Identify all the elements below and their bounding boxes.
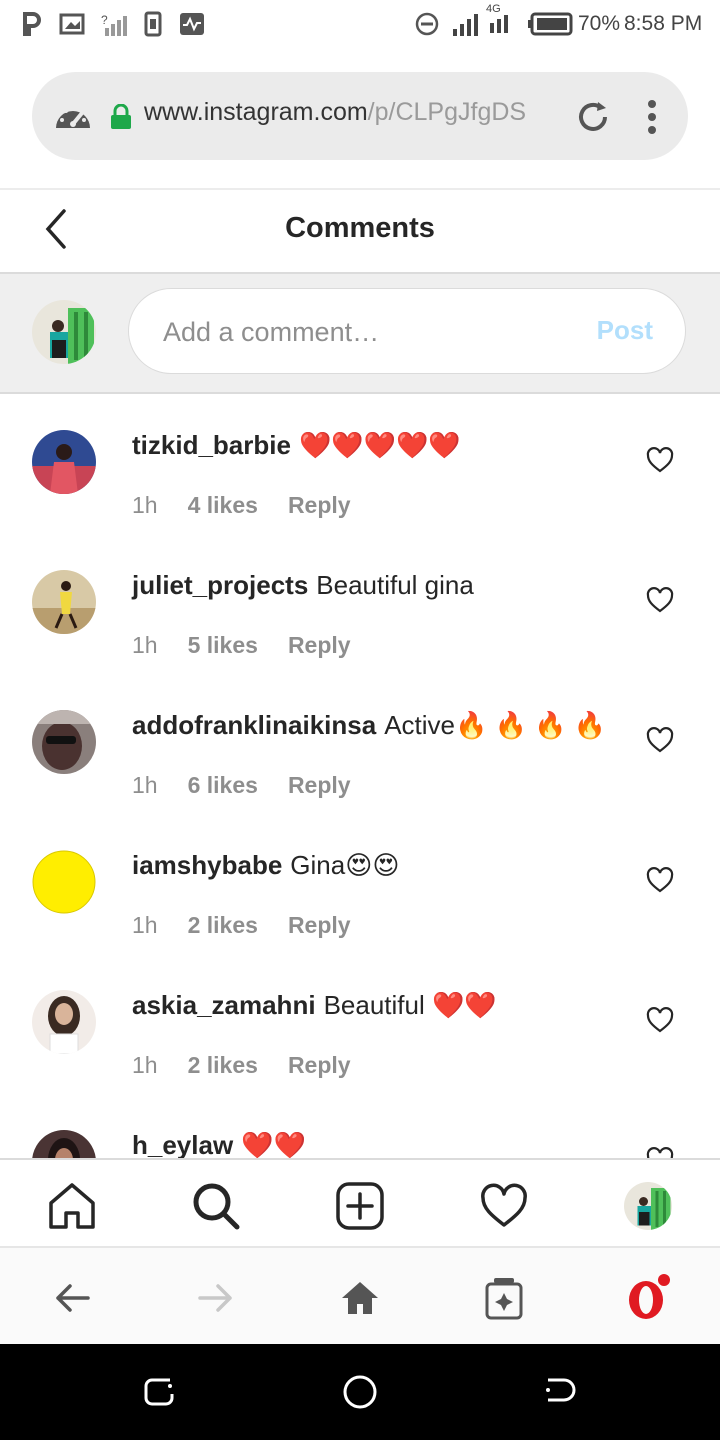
home-icon[interactable] — [336, 1274, 384, 1322]
comment-time: 1h — [132, 912, 158, 938]
home-icon[interactable] — [46, 1180, 98, 1232]
comment-username[interactable]: tizkid_barbie — [132, 430, 291, 461]
post-button[interactable]: Post — [597, 315, 653, 346]
status-bar: ? 4G 70% 8:58 PM — [0, 0, 720, 48]
opera-icon[interactable] — [624, 1274, 672, 1322]
system-nav-bar — [0, 1344, 720, 1440]
recent-apps-icon[interactable] — [142, 1374, 178, 1410]
list-item: tizkid_barbie ❤️❤️❤️❤️❤️ 1h 4 likes Repl… — [0, 394, 720, 534]
comment-text: Gina😍😍 — [290, 850, 400, 880]
instagram-tab-bar — [0, 1158, 720, 1248]
comment-likes[interactable]: 6 likes — [188, 772, 258, 799]
forward-icon[interactable] — [192, 1274, 240, 1322]
page-title: Comments — [285, 212, 435, 244]
avatar[interactable] — [32, 1130, 96, 1158]
battery-icon — [526, 10, 574, 38]
heart-icon[interactable] — [646, 1006, 674, 1034]
list-item: addofranklinaikinsa Active🔥 🔥 🔥 🔥 1h 6 l… — [0, 674, 720, 814]
reply-button[interactable]: Reply — [288, 492, 351, 519]
comments-header: Comments — [0, 190, 720, 274]
list-item: iamshybabe Gina😍😍 1h 2 likes Reply — [0, 814, 720, 954]
url-domain: www.instagram.com — [144, 98, 368, 126]
avatar[interactable] — [32, 710, 96, 774]
home-button-icon[interactable] — [342, 1374, 378, 1410]
heart-icon[interactable] — [646, 726, 674, 754]
avatar — [32, 300, 96, 364]
activity-heart-icon[interactable] — [478, 1180, 530, 1232]
speed-dial-icon[interactable] — [52, 96, 94, 138]
battery-percent: 70% — [578, 12, 621, 35]
avatar — [624, 1182, 672, 1230]
reload-icon[interactable] — [574, 98, 612, 136]
comment-username[interactable]: askia_zamahni — [132, 990, 316, 1021]
back-icon[interactable] — [48, 1274, 96, 1322]
comment-time: 1h — [132, 492, 158, 518]
comment-text: Beautiful gina — [316, 570, 474, 600]
svg-text:?: ? — [101, 13, 108, 27]
heart-icon[interactable] — [646, 866, 674, 894]
comments-list[interactable]: tizkid_barbie ❤️❤️❤️❤️❤️ 1h 4 likes Repl… — [0, 394, 720, 1158]
search-icon[interactable] — [190, 1180, 242, 1232]
avatar[interactable] — [32, 990, 96, 1054]
heart-icon[interactable] — [646, 1146, 674, 1158]
data-icon: 4G — [484, 3, 518, 33]
reply-button[interactable]: Reply — [288, 632, 351, 659]
comment-text: Beautiful ❤️❤️ — [323, 990, 497, 1020]
avatar[interactable] — [32, 430, 96, 494]
heart-icon[interactable] — [646, 446, 674, 474]
list-item: h_eylaw ❤️❤️ — [0, 1094, 720, 1158]
profile-avatar[interactable] — [622, 1180, 674, 1232]
comment-time: 1h — [132, 772, 158, 798]
url-text[interactable]: www.instagram.com/p/CLPgJfgDS — [144, 98, 554, 127]
tabs-icon[interactable] — [480, 1274, 528, 1322]
comment-likes[interactable]: 2 likes — [188, 1052, 258, 1079]
parking-icon — [20, 10, 44, 38]
reply-button[interactable]: Reply — [288, 772, 351, 799]
list-item: juliet_projects Beautiful gina 1h 5 like… — [0, 534, 720, 674]
no-signal-icon: ? — [100, 10, 128, 38]
signal-icon — [450, 10, 480, 38]
comment-username[interactable]: juliet_projects — [132, 570, 308, 601]
url-path: /p/CLPgJfgDS — [367, 98, 527, 126]
avatar[interactable] — [32, 850, 96, 914]
browser-nav-bar — [0, 1246, 720, 1346]
comment-time: 1h — [132, 632, 158, 658]
comment-username[interactable]: h_eylaw — [132, 1130, 233, 1158]
reply-button[interactable]: Reply — [288, 1052, 351, 1079]
sim-icon — [142, 10, 164, 38]
comment-likes[interactable]: 5 likes — [188, 632, 258, 659]
back-button-icon[interactable] — [542, 1374, 578, 1410]
browser-toolbar: www.instagram.com/p/CLPgJfgDS — [0, 48, 720, 190]
address-bar[interactable]: www.instagram.com/p/CLPgJfgDS — [32, 72, 688, 160]
comment-username[interactable]: addofranklinaikinsa — [132, 710, 376, 741]
list-item: askia_zamahni Beautiful ❤️❤️ 1h 2 likes … — [0, 954, 720, 1094]
comment-time: 1h — [132, 1052, 158, 1078]
comment-text: ❤️❤️❤️❤️❤️ — [298, 430, 461, 460]
activity-icon — [178, 10, 206, 38]
comment-likes[interactable]: 2 likes — [188, 912, 258, 939]
comment-username[interactable]: iamshybabe — [132, 850, 282, 881]
screenshot-icon — [58, 10, 86, 38]
comment-text: Active🔥 🔥 🔥 🔥 — [384, 710, 607, 740]
comment-input-box[interactable]: Post — [128, 288, 686, 374]
avatar[interactable] — [32, 570, 96, 634]
clock: 8:58 PM — [624, 12, 703, 35]
do-not-disturb-icon — [414, 10, 440, 38]
reply-button[interactable]: Reply — [288, 912, 351, 939]
lock-icon — [110, 103, 132, 130]
comment-likes[interactable]: 4 likes — [188, 492, 258, 519]
svg-text:4G: 4G — [486, 3, 501, 15]
comment-text: ❤️❤️ — [241, 1130, 306, 1158]
new-post-icon[interactable] — [334, 1180, 386, 1232]
heart-icon[interactable] — [646, 586, 674, 614]
comment-input[interactable] — [161, 311, 565, 353]
comment-composer: Post — [0, 274, 720, 394]
more-vert-icon[interactable] — [640, 98, 664, 136]
